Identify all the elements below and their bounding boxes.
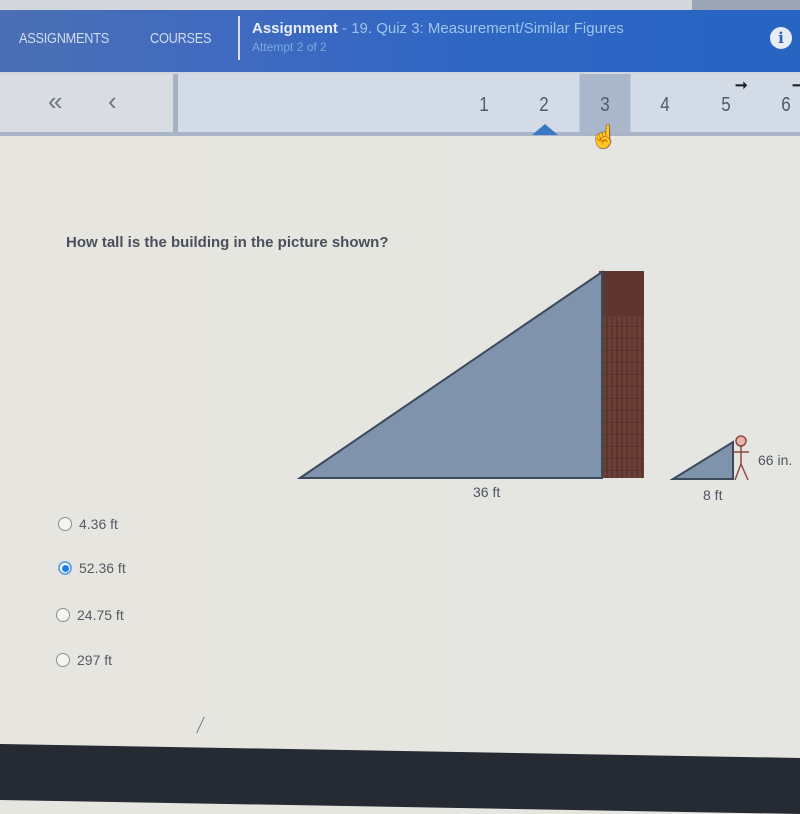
header-divider	[238, 16, 240, 60]
previous-page-icon[interactable]: ‹	[108, 88, 117, 114]
page-4-tab[interactable]: 4	[640, 74, 689, 132]
current-page-marker	[532, 124, 558, 135]
similar-triangles-diagram: 36 ft 8 ft 66 in.	[290, 266, 800, 506]
radio-button[interactable]	[56, 608, 70, 622]
page-1-tab[interactable]: 1	[459, 74, 508, 132]
answer-option[interactable]: 297 ft	[56, 652, 112, 668]
nav-assignments-link[interactable]: ASSIGNMENTS	[19, 30, 109, 47]
building-shadow-label: 36 ft	[473, 484, 501, 500]
browser-top-strip	[0, 0, 800, 10]
building-shadow-triangle	[296, 270, 603, 479]
radio-button[interactable]	[58, 517, 72, 531]
answer-option[interactable]: 4.36 ft	[58, 516, 118, 532]
nav-courses-link[interactable]: COURSES	[150, 30, 212, 47]
answer-option[interactable]: 52.36 ft	[58, 560, 126, 576]
answer-option[interactable]: 24.75 ft	[56, 607, 124, 623]
app-header: ASSIGNMENTS COURSES Assignment - 19. Qui…	[0, 10, 800, 72]
building-bricks	[599, 316, 644, 478]
answer-label: 24.75 ft	[77, 607, 124, 623]
question-pager: « ‹ 1 2 3 4 5 6 ➞ ➞	[0, 72, 800, 136]
assignment-title-block: Assignment - 19. Quiz 3: Measurement/Sim…	[252, 20, 624, 54]
page-6-flag-icon: ➞	[792, 77, 800, 94]
info-icon[interactable]: i	[770, 27, 792, 49]
monitor-bezel	[0, 744, 800, 814]
answer-label: 4.36 ft	[79, 516, 118, 532]
person-height-label: 66 in.	[758, 452, 793, 468]
person-figure	[733, 435, 749, 481]
attempt-counter: Attempt 2 of 2	[252, 40, 327, 54]
person-shadow-label: 8 ft	[703, 487, 723, 503]
building-top	[599, 271, 644, 316]
hand-cursor-icon: ☝	[590, 124, 618, 149]
answer-label: 52.36 ft	[79, 560, 126, 576]
radio-button[interactable]	[56, 653, 70, 667]
assignment-name: - 19. Quiz 3: Measurement/Similar Figure…	[337, 20, 624, 37]
answer-label: 297 ft	[77, 652, 113, 668]
assignment-label: Assignment	[252, 20, 338, 37]
person-shadow-triangle	[669, 440, 734, 480]
question-text: How tall is the building in the picture …	[66, 234, 389, 251]
assignment-title: Assignment - 19. Quiz 3: Measurement/Sim…	[252, 20, 624, 37]
first-page-icon[interactable]: «	[48, 88, 62, 114]
pager-arrows-area	[0, 74, 173, 132]
browser-top-strip-dark	[692, 0, 800, 10]
question-content: How tall is the building in the picture …	[0, 136, 800, 746]
page-5-flag-icon: ➞	[735, 77, 748, 94]
radio-button-selected[interactable]	[58, 561, 72, 575]
diagram-svg	[296, 270, 749, 481]
